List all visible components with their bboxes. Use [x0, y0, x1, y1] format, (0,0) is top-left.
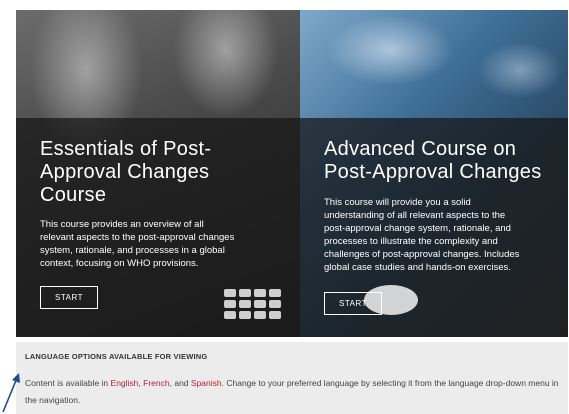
course-card-essentials[interactable]: Essentials of Post- Approval Changes Cou…	[16, 10, 300, 337]
language-options-heading: LANGUAGE OPTIONS AVAILABLE FOR VIEWING	[25, 352, 208, 361]
language-options-panel: LANGUAGE OPTIONS AVAILABLE FOR VIEWING C…	[16, 342, 568, 414]
start-button[interactable]: START	[40, 286, 98, 309]
course-title: Essentials of Post- Approval Changes Cou…	[40, 138, 212, 206]
language-options-text: Content is available in English, French,…	[25, 375, 561, 409]
language-link-french[interactable]: French	[143, 378, 169, 388]
language-link-spanish[interactable]: Spanish	[191, 378, 222, 388]
language-link-english[interactable]: English	[111, 378, 139, 388]
course-card-advanced[interactable]: Advanced Course on Post-Approval Changes…	[300, 10, 568, 337]
start-button[interactable]: START	[324, 292, 382, 315]
lang-separator: , and	[169, 378, 191, 388]
course-title: Advanced Course on Post-Approval Changes	[324, 138, 542, 183]
course-description: This course will provide you a solid und…	[324, 197, 520, 273]
course-cards: Essentials of Post- Approval Changes Cou…	[16, 10, 568, 337]
arrow-head	[12, 373, 20, 383]
arrow-annotation-icon	[2, 373, 20, 413]
arrow-shaft	[2, 377, 18, 413]
keyboard-image	[224, 289, 296, 329]
course-description: This course provides an overview of all …	[40, 219, 235, 269]
lang-text-before: Content is available in	[25, 378, 111, 388]
